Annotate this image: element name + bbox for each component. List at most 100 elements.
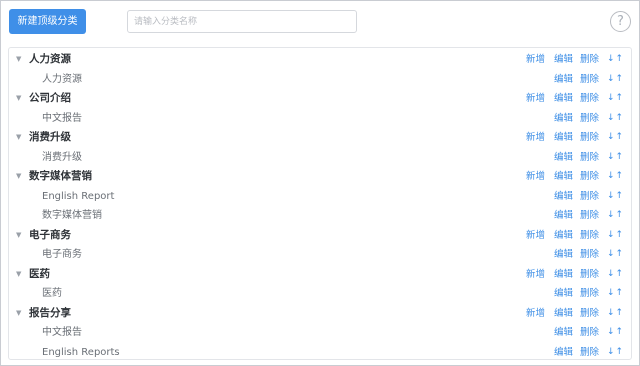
caret-down-icon[interactable]: ▼ — [16, 128, 24, 148]
move-up-icon[interactable]: ↑ — [616, 249, 625, 259]
move-down-icon[interactable]: ↓ — [607, 152, 616, 162]
tree-row-child: English Report 编辑 删除 ↓↑ — [9, 187, 631, 207]
add-child-link[interactable]: 新增 — [526, 265, 545, 285]
move-down-icon[interactable]: ↓ — [607, 269, 616, 279]
move-down-icon[interactable]: ↓ — [607, 249, 616, 259]
tree-row-child: 中文报告 编辑 删除 ↓↑ — [9, 109, 631, 129]
category-name: 消费升级 — [29, 131, 71, 143]
edit-link[interactable]: 编辑 — [554, 245, 573, 265]
move-down-icon[interactable]: ↓ — [607, 191, 616, 201]
edit-link[interactable]: 编辑 — [554, 167, 573, 187]
move-down-icon[interactable]: ↓ — [607, 113, 616, 123]
add-child-link[interactable]: 新增 — [526, 89, 545, 109]
caret-down-icon[interactable]: ▼ — [16, 167, 24, 187]
add-child-link[interactable]: 新增 — [526, 226, 545, 246]
caret-down-icon[interactable]: ▼ — [16, 50, 24, 70]
move-down-icon[interactable]: ↓ — [607, 93, 616, 103]
edit-link[interactable]: 编辑 — [554, 265, 573, 285]
reorder-arrows: ↓↑ — [607, 187, 624, 207]
add-child-link[interactable]: 新增 — [526, 50, 545, 70]
edit-link[interactable]: 编辑 — [554, 89, 573, 109]
move-down-icon[interactable]: ↓ — [607, 74, 616, 84]
edit-link[interactable]: 编辑 — [554, 70, 573, 90]
move-up-icon[interactable]: ↑ — [616, 74, 625, 84]
move-down-icon[interactable]: ↓ — [607, 54, 616, 64]
delete-link[interactable]: 删除 — [580, 167, 599, 187]
new-top-category-button[interactable]: 新建顶级分类 — [9, 9, 86, 34]
move-up-icon[interactable]: ↑ — [616, 171, 625, 181]
edit-link[interactable]: 编辑 — [554, 206, 573, 226]
tree-row-child: 电子商务 编辑 删除 ↓↑ — [9, 245, 631, 265]
move-up-icon[interactable]: ↑ — [616, 93, 625, 103]
move-down-icon[interactable]: ↓ — [607, 308, 616, 318]
delete-link[interactable]: 删除 — [580, 323, 599, 343]
reorder-arrows: ↓↑ — [607, 128, 624, 148]
category-name: 报告分享 — [29, 306, 71, 319]
delete-link[interactable]: 删除 — [580, 70, 599, 90]
move-up-icon[interactable]: ↑ — [616, 54, 625, 64]
edit-link[interactable]: 编辑 — [554, 50, 573, 70]
subcategory-name: English Report — [42, 190, 115, 202]
move-down-icon[interactable]: ↓ — [607, 230, 616, 240]
help-icon[interactable]: ? — [610, 11, 631, 32]
add-child-link[interactable]: 新增 — [526, 167, 545, 187]
tree-row-parent: ▼ 医药 新增 编辑 删除 ↓↑ — [9, 265, 631, 285]
delete-link[interactable]: 删除 — [580, 50, 599, 70]
tree-row-parent: ▼ 电子商务 新增 编辑 删除 ↓↑ — [9, 226, 631, 246]
edit-link[interactable]: 编辑 — [554, 187, 573, 207]
delete-link[interactable]: 删除 — [580, 109, 599, 129]
subcategory-name: 中文报告 — [42, 112, 82, 124]
delete-link[interactable]: 删除 — [580, 148, 599, 168]
delete-link[interactable]: 删除 — [580, 304, 599, 324]
caret-down-icon[interactable]: ▼ — [16, 265, 24, 285]
move-up-icon[interactable]: ↑ — [616, 288, 625, 298]
move-down-icon[interactable]: ↓ — [607, 288, 616, 298]
move-up-icon[interactable]: ↑ — [616, 210, 625, 220]
move-up-icon[interactable]: ↑ — [616, 347, 625, 357]
edit-link[interactable]: 编辑 — [554, 343, 573, 363]
move-up-icon[interactable]: ↑ — [616, 152, 625, 162]
delete-link[interactable]: 删除 — [580, 89, 599, 109]
edit-link[interactable]: 编辑 — [554, 284, 573, 304]
delete-link[interactable]: 删除 — [580, 343, 599, 363]
category-tree: ▼ 人力资源 新增 编辑 删除 ↓↑ 人力资源 编辑 删除 ↓↑ ▼ 公司介绍 新增 编辑 删除 ↓↑ 中文报告… — [8, 47, 632, 360]
category-name: 电子商务 — [29, 228, 71, 241]
tree-row-child: 消费升级 编辑 删除 ↓↑ — [9, 148, 631, 168]
reorder-arrows: ↓↑ — [607, 284, 624, 304]
edit-link[interactable]: 编辑 — [554, 226, 573, 246]
edit-link[interactable]: 编辑 — [554, 128, 573, 148]
move-down-icon[interactable]: ↓ — [607, 210, 616, 220]
move-up-icon[interactable]: ↑ — [616, 308, 625, 318]
caret-down-icon[interactable]: ▼ — [16, 304, 24, 324]
reorder-arrows: ↓↑ — [607, 148, 624, 168]
move-down-icon[interactable]: ↓ — [607, 327, 616, 337]
move-up-icon[interactable]: ↑ — [616, 113, 625, 123]
move-down-icon[interactable]: ↓ — [607, 171, 616, 181]
delete-link[interactable]: 删除 — [580, 128, 599, 148]
delete-link[interactable]: 删除 — [580, 245, 599, 265]
delete-link[interactable]: 删除 — [580, 226, 599, 246]
tree-row-child: 中文报告 编辑 删除 ↓↑ — [9, 323, 631, 343]
edit-link[interactable]: 编辑 — [554, 323, 573, 343]
caret-down-icon[interactable]: ▼ — [16, 89, 24, 109]
category-search-input[interactable] — [127, 10, 357, 33]
delete-link[interactable]: 删除 — [580, 284, 599, 304]
edit-link[interactable]: 编辑 — [554, 109, 573, 129]
move-up-icon[interactable]: ↑ — [616, 327, 625, 337]
tree-row-parent: ▼ 人力资源 新增 编辑 删除 ↓↑ — [9, 50, 631, 70]
add-child-link[interactable]: 新增 — [526, 128, 545, 148]
move-up-icon[interactable]: ↑ — [616, 269, 625, 279]
subcategory-name: 医药 — [42, 288, 62, 299]
delete-link[interactable]: 删除 — [580, 187, 599, 207]
edit-link[interactable]: 编辑 — [554, 148, 573, 168]
caret-down-icon[interactable]: ▼ — [16, 226, 24, 246]
edit-link[interactable]: 编辑 — [554, 304, 573, 324]
move-down-icon[interactable]: ↓ — [607, 347, 616, 357]
move-up-icon[interactable]: ↑ — [616, 191, 625, 201]
move-up-icon[interactable]: ↑ — [616, 132, 625, 142]
delete-link[interactable]: 删除 — [580, 206, 599, 226]
move-up-icon[interactable]: ↑ — [616, 230, 625, 240]
move-down-icon[interactable]: ↓ — [607, 132, 616, 142]
delete-link[interactable]: 删除 — [580, 265, 599, 285]
add-child-link[interactable]: 新增 — [526, 304, 545, 324]
